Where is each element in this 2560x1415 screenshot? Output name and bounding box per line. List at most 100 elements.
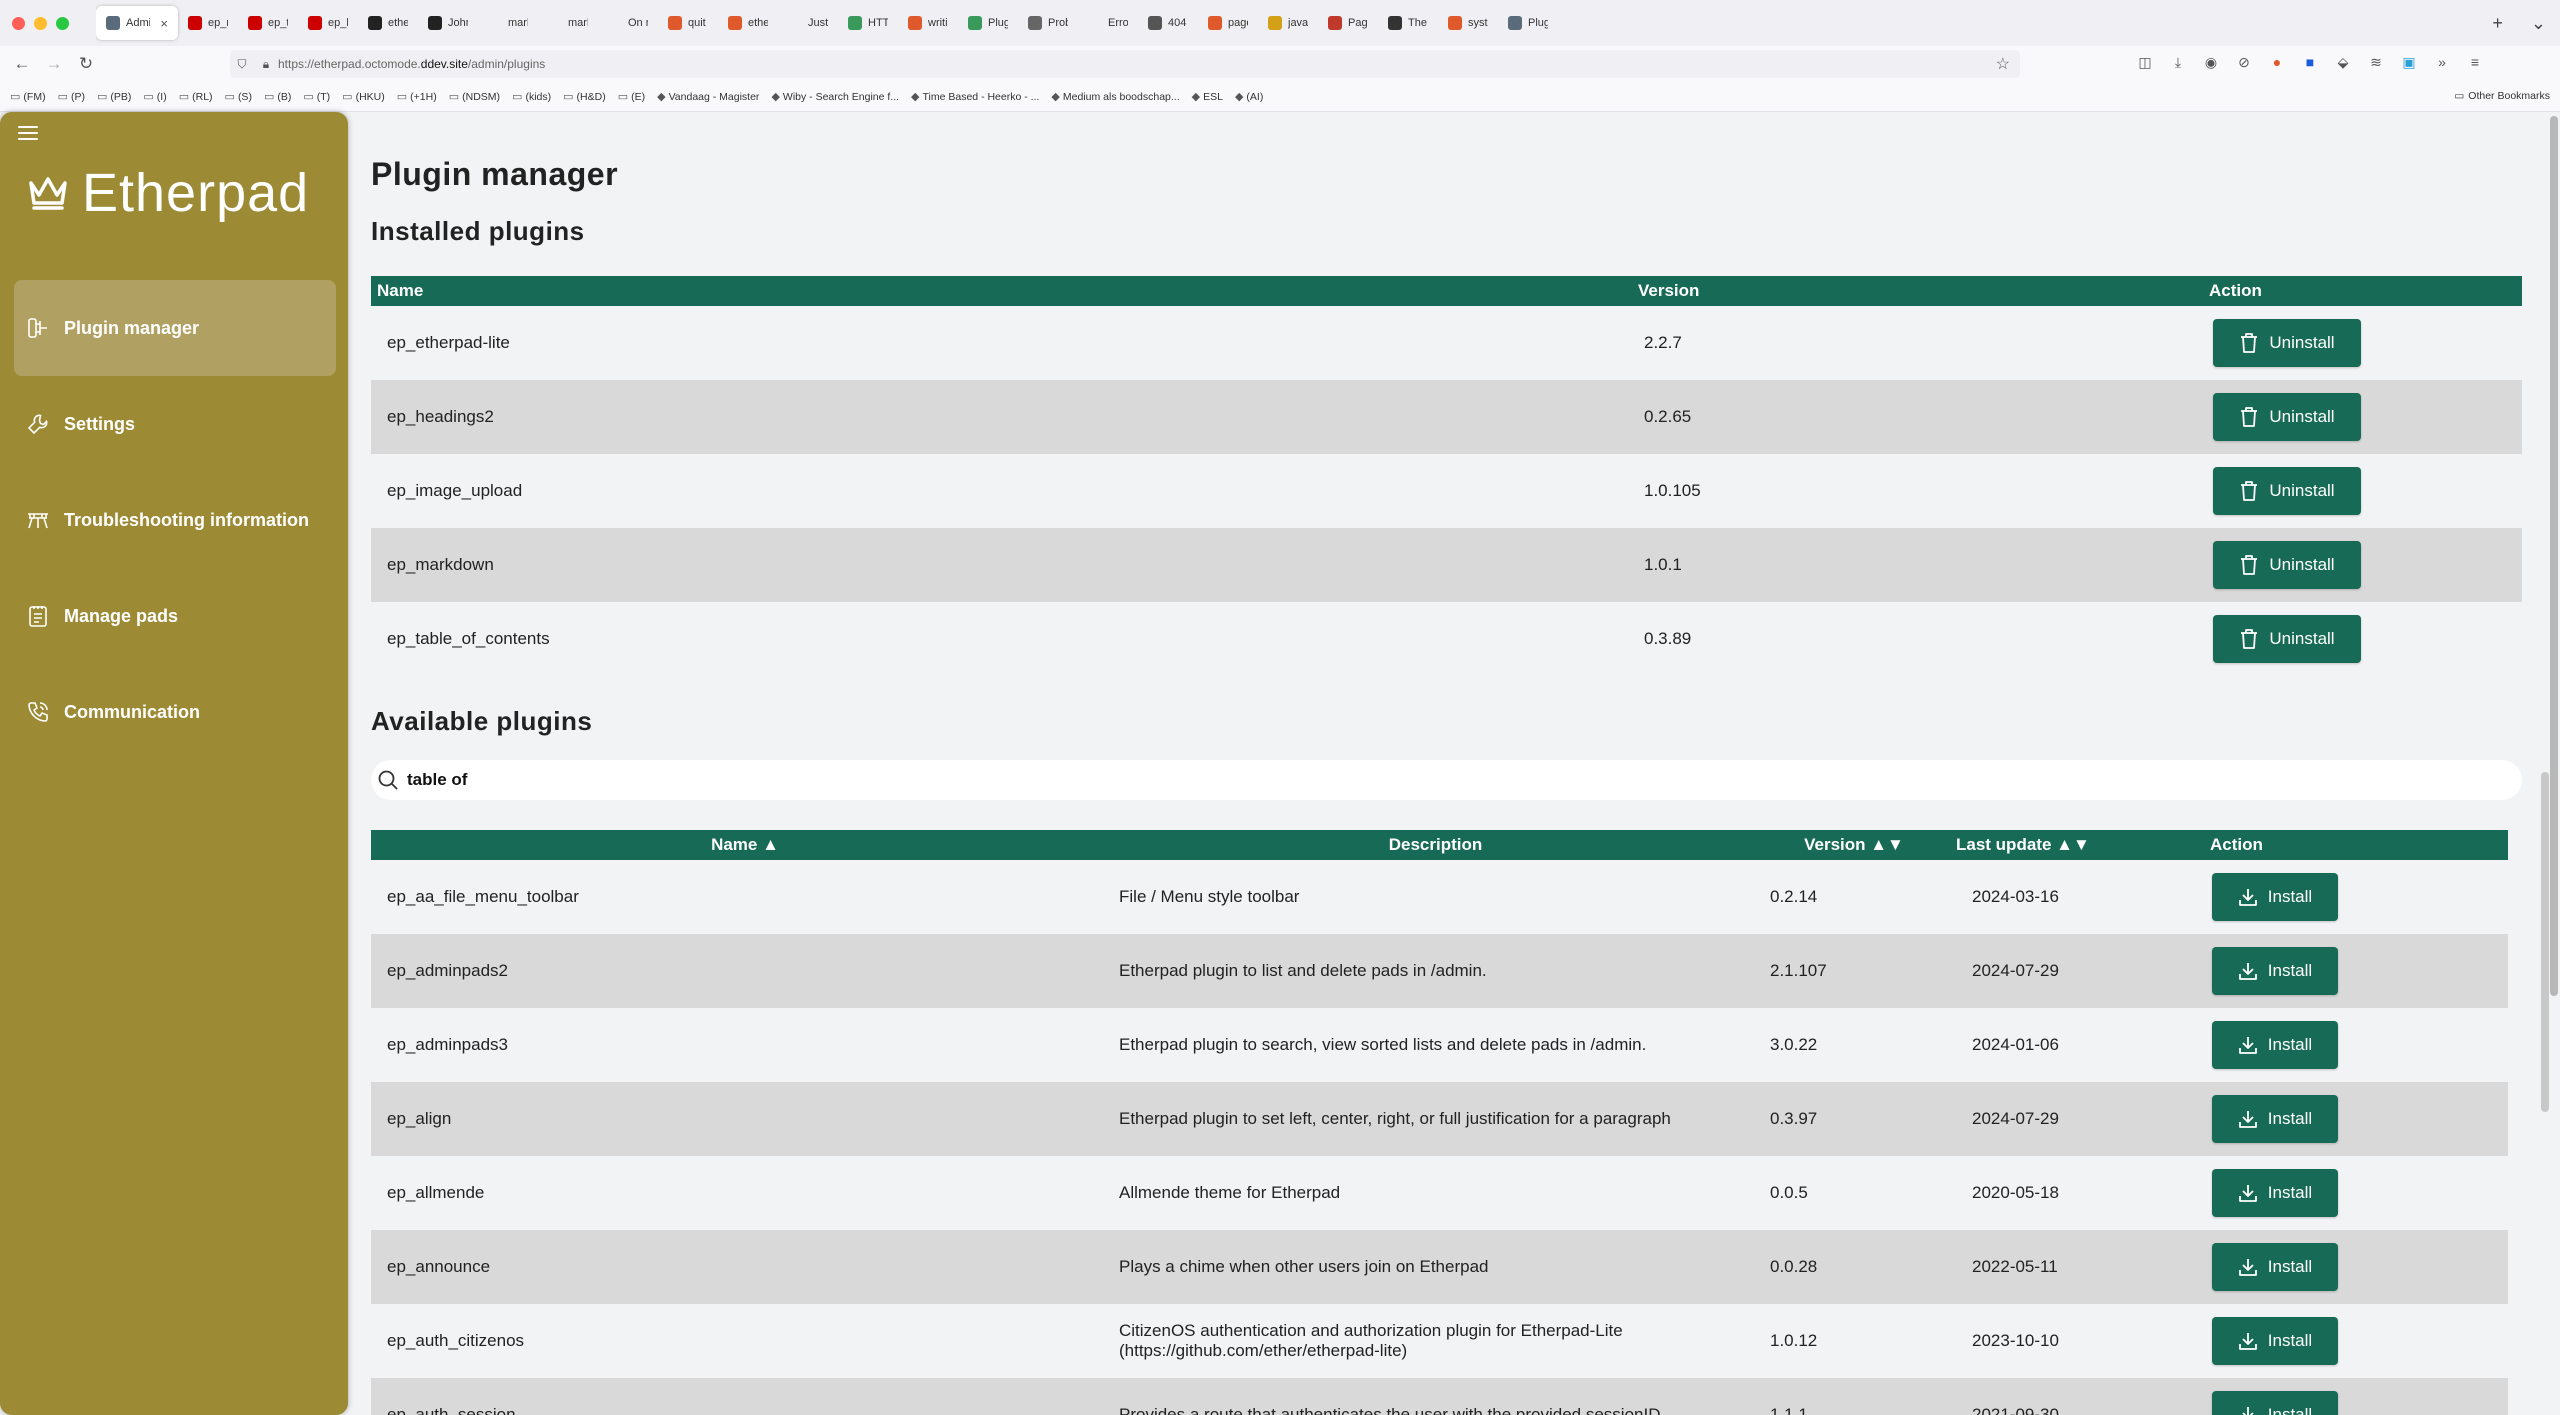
column-header-last-update-sortable[interactable]: Last update ▲▼ xyxy=(1950,830,2200,860)
sidebar-item-troubleshooting[interactable]: Troubleshooting information xyxy=(14,472,336,568)
plugin-search[interactable] xyxy=(371,760,2522,800)
tab-close-icon[interactable]: × xyxy=(160,16,168,31)
uninstall-button[interactable]: Uninstall xyxy=(2213,541,2361,589)
extension-puzzle-icon[interactable]: ⬙ xyxy=(2333,52,2353,72)
browser-tab[interactable]: ep_markdo xyxy=(178,6,238,40)
maximize-window-button[interactable] xyxy=(56,16,69,30)
browser-tab[interactable]: Plugin mana xyxy=(1498,6,1558,40)
container-extension-icon[interactable]: ▣ xyxy=(2399,52,2419,72)
bookmark-label: (HKU) xyxy=(355,90,385,103)
browser-tab[interactable]: ether repos xyxy=(358,6,418,40)
blocker-extension-icon[interactable]: ⊘ xyxy=(2234,52,2254,72)
install-button[interactable]: Install xyxy=(2212,1169,2338,1217)
hamburger-menu-icon[interactable] xyxy=(18,126,38,144)
column-header-version-sortable[interactable]: Version ▲▼ xyxy=(1752,830,1950,860)
address-bar[interactable]: ⛉ 🔒︎ https://etherpad.octomode. ddev.site… xyxy=(230,50,2020,78)
tab-label: systemctl g xyxy=(1468,17,1488,29)
uninstall-button[interactable]: Uninstall xyxy=(2213,615,2361,663)
downloads-icon[interactable]: ⤓ xyxy=(2168,52,2188,72)
browser-tab[interactable]: systemctl g xyxy=(1438,6,1498,40)
pocket-icon[interactable]: ◫ xyxy=(2135,52,2155,72)
browser-tab[interactable]: Problem loa xyxy=(1018,6,1078,40)
bookmark-item[interactable]: ◆ Time Based - Heerko - ... xyxy=(911,90,1039,104)
bookmark-item[interactable]: ▭ (S) xyxy=(225,90,252,104)
install-button[interactable]: Install xyxy=(2212,1095,2338,1143)
wave-extension-icon[interactable]: ≋ xyxy=(2366,52,2386,72)
sidebar-item-plugin-manager[interactable]: Plugin manager xyxy=(14,280,336,376)
bitwarden-extension-icon[interactable]: ■ xyxy=(2300,52,2320,72)
browser-tab[interactable]: markdown in oct xyxy=(538,6,598,40)
duckduckgo-extension-icon[interactable]: ● xyxy=(2267,52,2287,72)
sidebar-item-manage-pads[interactable]: Manage pads xyxy=(14,568,336,664)
bookmark-item[interactable]: ▭ (P) xyxy=(57,90,85,104)
uninstall-button[interactable]: Uninstall xyxy=(2213,319,2361,367)
browser-tab[interactable]: ep_heading xyxy=(298,6,358,40)
bookmark-item[interactable]: ▭ (H&D) xyxy=(563,90,606,104)
tab-list-button[interactable]: ⌄ xyxy=(2517,13,2560,34)
browser-tab[interactable]: JohnMcLea xyxy=(418,6,478,40)
new-tab-button[interactable]: + xyxy=(2478,13,2517,34)
browser-tab[interactable]: On not scaling L xyxy=(598,6,658,40)
shield-icon[interactable]: ⛉ xyxy=(230,57,254,72)
install-button[interactable]: Install xyxy=(2212,873,2338,921)
sidebar-item-settings[interactable]: Settings xyxy=(14,376,336,472)
bookmark-item[interactable]: ▭ (kids) xyxy=(512,90,551,104)
close-window-button[interactable] xyxy=(12,16,25,30)
bookmark-item[interactable]: ◆ Wiby - Search Engine f... xyxy=(771,90,899,104)
bookmark-item[interactable]: ◆ (AI) xyxy=(1235,90,1263,104)
folder-icon: ▭ xyxy=(57,91,68,103)
install-button[interactable]: Install xyxy=(2212,1243,2338,1291)
available-plugins-scrollbar[interactable] xyxy=(2541,772,2549,1112)
bookmark-item[interactable]: ◆ Vandaag - Magister xyxy=(657,90,759,104)
install-button[interactable]: Install xyxy=(2212,1391,2338,1415)
app-menu-icon[interactable]: ≡ xyxy=(2465,52,2485,72)
browser-tab[interactable]: Justiceisindivisi xyxy=(778,6,838,40)
bookmark-item[interactable]: ◆ ESL xyxy=(1192,90,1223,104)
browser-tab[interactable]: quit vi at Du xyxy=(658,6,718,40)
bookmark-item[interactable]: ▭ (B) xyxy=(264,90,291,104)
bookmark-item[interactable]: ◆ Medium als boodschap... xyxy=(1051,90,1179,104)
bookmark-item[interactable]: ▭ (E) xyxy=(618,90,645,104)
bookmark-item[interactable]: ▭ (FM) xyxy=(10,90,46,104)
other-bookmarks[interactable]: ▭ Other Bookmarks xyxy=(2454,90,2550,102)
browser-tab[interactable]: The Manife xyxy=(1378,6,1438,40)
browser-tab[interactable]: writing ethe xyxy=(898,6,958,40)
bookmark-star-icon[interactable]: ☆ xyxy=(1996,54,2010,74)
bookmark-item[interactable]: ▭ (NDSM) xyxy=(449,90,500,104)
install-button[interactable]: Install xyxy=(2212,1021,2338,1069)
lock-icon[interactable]: 🔒︎ xyxy=(254,57,278,72)
browser-tab[interactable]: Plugins | Et xyxy=(958,6,1018,40)
browser-tab[interactable]: Paged.js - T xyxy=(1318,6,1378,40)
back-icon[interactable]: ← xyxy=(6,54,38,74)
reload-icon[interactable]: ↻ xyxy=(70,54,102,74)
bookmark-item[interactable]: ▭ (I) xyxy=(143,90,166,104)
page-scrollbar[interactable] xyxy=(2550,116,2558,996)
browser-tab[interactable]: HTTP API | xyxy=(838,6,898,40)
bookmark-item[interactable]: ▭ (PB) xyxy=(97,90,131,104)
browser-tab[interactable]: 404 Not Fo xyxy=(1138,6,1198,40)
plugin-search-input[interactable] xyxy=(407,770,1007,790)
overflow-chevron-icon[interactable]: » xyxy=(2432,52,2452,72)
sidebar-item-communication[interactable]: Communication xyxy=(14,664,336,760)
bookmark-favicon-icon: ◆ xyxy=(1051,91,1060,103)
uninstall-button[interactable]: Uninstall xyxy=(2213,467,2361,515)
minimize-window-button[interactable] xyxy=(34,16,47,30)
bookmark-item[interactable]: ▭ (HKU) xyxy=(342,90,385,104)
install-button[interactable]: Install xyxy=(2212,947,2338,995)
install-button[interactable]: Install xyxy=(2212,1317,2338,1365)
browser-tab[interactable]: Admin D × xyxy=(96,6,178,40)
account-icon[interactable]: ◉ xyxy=(2201,52,2221,72)
browser-tab[interactable]: javascript - xyxy=(1258,6,1318,40)
browser-tab[interactable]: ep_table_c xyxy=(238,6,298,40)
column-header-name-sortable[interactable]: Name ▲ xyxy=(371,830,1113,860)
bookmark-item[interactable]: ▭ (RL) xyxy=(179,90,213,104)
plugin-description: Etherpad plugin to list and delete pads … xyxy=(1119,961,1487,981)
browser-tab[interactable]: Error xyxy=(1078,6,1138,40)
forward-icon[interactable]: → xyxy=(38,54,70,74)
bookmark-item[interactable]: ▭ (+1H) xyxy=(397,90,437,104)
browser-tab[interactable]: pagedjs bo xyxy=(1198,6,1258,40)
bookmark-item[interactable]: ▭ (T) xyxy=(303,90,330,104)
browser-tab[interactable]: markdown in oct xyxy=(478,6,538,40)
uninstall-button[interactable]: Uninstall xyxy=(2213,393,2361,441)
browser-tab[interactable]: etherpad ap xyxy=(718,6,778,40)
